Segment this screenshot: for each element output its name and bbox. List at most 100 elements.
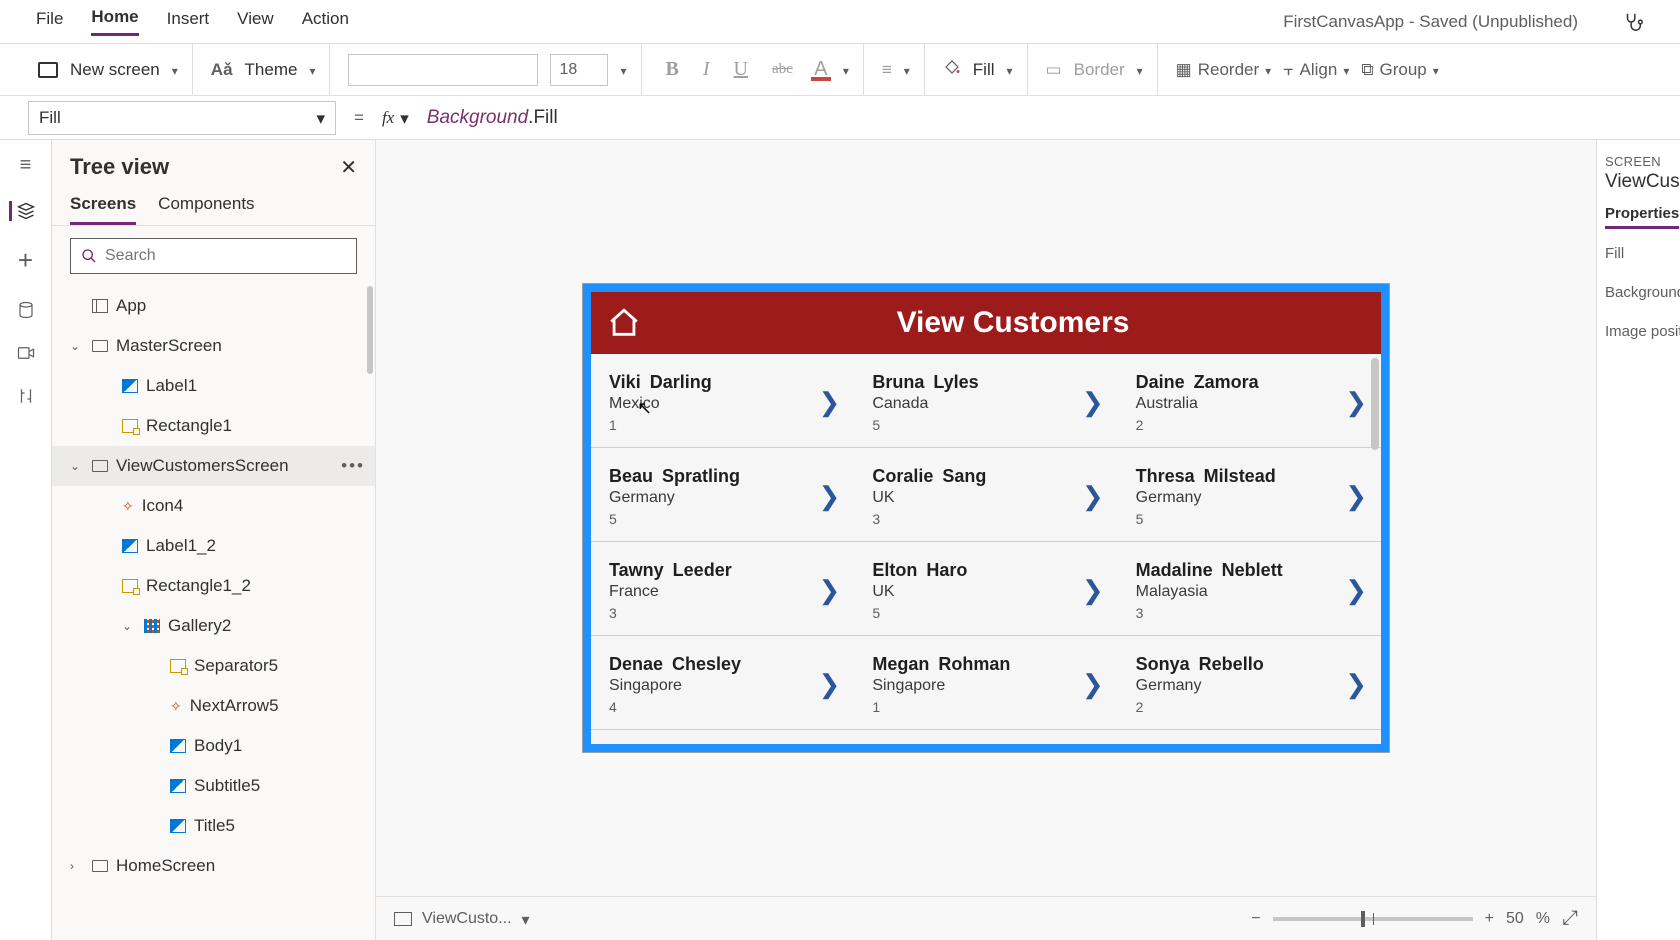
- tree-node-app[interactable]: App: [52, 286, 375, 326]
- fx-icon[interactable]: fx ▾: [382, 108, 409, 128]
- chevron-down-icon[interactable]: ▾: [1007, 64, 1013, 78]
- tree-node-rectangle1[interactable]: Rectangle1: [52, 406, 375, 446]
- next-arrow-icon[interactable]: ❯: [819, 481, 841, 512]
- gallery-item[interactable]: Bruna LylesCanada5❯: [854, 354, 1117, 447]
- font-family-dropdown[interactable]: [348, 54, 538, 86]
- tree-node-body1[interactable]: Body1: [52, 726, 375, 766]
- chevron-down-icon[interactable]: ▾: [1137, 64, 1143, 78]
- font-size-input[interactable]: [550, 54, 608, 86]
- next-arrow-icon[interactable]: ❯: [819, 669, 841, 700]
- strikethrough-button[interactable]: abc: [766, 61, 799, 78]
- menu-home[interactable]: Home: [91, 7, 138, 36]
- gallery-item[interactable]: Megan RohmanSingapore1❯: [854, 636, 1117, 729]
- tree-node-gallery2[interactable]: ⌄ Gallery2: [52, 606, 375, 646]
- gallery-item[interactable]: Tawny LeederFrance3❯: [591, 542, 854, 635]
- next-arrow-icon[interactable]: ❯: [1082, 481, 1104, 512]
- prop-background[interactable]: Background: [1605, 284, 1672, 301]
- tree-node-homescreen[interactable]: › HomeScreen: [52, 846, 375, 886]
- chevron-down-icon[interactable]: ▾: [620, 64, 626, 78]
- expand-icon[interactable]: ›: [70, 859, 84, 873]
- app-checker-icon[interactable]: [1622, 11, 1644, 33]
- tree-node-label1[interactable]: Label1: [52, 366, 375, 406]
- prop-image-position[interactable]: Image posit: [1605, 323, 1672, 340]
- gallery-item[interactable]: Sonya RebelloGermany2❯: [1118, 636, 1381, 729]
- breadcrumb[interactable]: ViewCusto...: [422, 910, 512, 928]
- zoom-out-button[interactable]: −: [1251, 910, 1260, 928]
- collapse-icon[interactable]: ⌄: [70, 459, 84, 473]
- gallery-item[interactable]: Elton HaroUK5❯: [854, 542, 1117, 635]
- border-button[interactable]: Border: [1074, 60, 1125, 80]
- home-icon[interactable]: [607, 306, 641, 340]
- next-arrow-icon[interactable]: ❯: [1345, 669, 1367, 700]
- tree-node-icon4[interactable]: ✧ Icon4: [52, 486, 375, 526]
- next-arrow-icon[interactable]: ❯: [1345, 387, 1367, 418]
- more-icon[interactable]: •••: [341, 456, 365, 476]
- tree-view-icon[interactable]: [9, 201, 36, 221]
- media-icon[interactable]: [16, 344, 36, 362]
- gallery-item[interactable]: Viki DarlingMexico1❯↖: [591, 354, 854, 447]
- next-arrow-icon[interactable]: ❯: [819, 387, 841, 418]
- screen-frame[interactable]: View Customers Viki DarlingMexico1❯↖Brun…: [583, 284, 1389, 752]
- group-button[interactable]: ⧉ Group▾: [1361, 60, 1438, 80]
- chevron-down-icon[interactable]: ▾: [843, 64, 849, 78]
- text-align-icon[interactable]: ≡: [882, 60, 892, 80]
- close-icon[interactable]: ✕: [340, 155, 357, 180]
- gallery-item[interactable]: Daine ZamoraAustralia2❯: [1118, 354, 1381, 447]
- scrollbar-thumb[interactable]: [367, 286, 373, 374]
- search-input[interactable]: [105, 247, 346, 265]
- underline-button[interactable]: U: [728, 58, 754, 81]
- tab-properties[interactable]: Properties: [1605, 205, 1679, 229]
- tree-node-title5[interactable]: Title5: [52, 806, 375, 846]
- chevron-down-icon[interactable]: ▾: [309, 64, 315, 78]
- gallery-item[interactable]: Thresa MilsteadGermany5❯: [1118, 448, 1381, 541]
- zoom-in-button[interactable]: +: [1485, 910, 1494, 928]
- tab-components[interactable]: Components: [158, 186, 254, 225]
- font-color-button[interactable]: A: [811, 58, 831, 81]
- new-screen-button[interactable]: New screen: [70, 60, 160, 80]
- menu-view[interactable]: View: [237, 9, 274, 35]
- collapse-icon[interactable]: ⌄: [122, 619, 136, 633]
- next-arrow-icon[interactable]: ❯: [819, 575, 841, 606]
- next-arrow-icon[interactable]: ❯: [1345, 575, 1367, 606]
- italic-button[interactable]: I: [697, 58, 716, 81]
- zoom-slider[interactable]: [1273, 917, 1473, 921]
- tree-node-label1-2[interactable]: Label1_2: [52, 526, 375, 566]
- menu-file[interactable]: File: [36, 9, 63, 35]
- next-arrow-icon[interactable]: ❯: [1082, 575, 1104, 606]
- tab-screens[interactable]: Screens: [70, 186, 136, 225]
- tree-node-subtitle5[interactable]: Subtitle5: [52, 766, 375, 806]
- tree-node-viewcustomersscreen[interactable]: ⌄ ViewCustomersScreen •••: [52, 446, 375, 486]
- next-arrow-icon[interactable]: ❯: [1082, 669, 1104, 700]
- collapse-icon[interactable]: ⌄: [70, 339, 84, 353]
- tree-node-separator5[interactable]: Separator5: [52, 646, 375, 686]
- formula-input[interactable]: Background.Fill: [427, 106, 558, 129]
- fill-button[interactable]: Fill: [973, 60, 995, 80]
- next-arrow-icon[interactable]: ❯: [1082, 387, 1104, 418]
- gallery-item[interactable]: Beau SpratlingGermany5❯: [591, 448, 854, 541]
- menu-insert[interactable]: Insert: [167, 9, 210, 35]
- gallery-item[interactable]: Denae ChesleySingapore4❯: [591, 636, 854, 729]
- insert-icon[interactable]: +: [18, 245, 33, 276]
- menu-action[interactable]: Action: [302, 9, 349, 35]
- property-dropdown[interactable]: Fill ▾: [28, 101, 336, 135]
- bold-button[interactable]: B: [660, 58, 685, 81]
- next-arrow-icon[interactable]: ❯: [1345, 481, 1367, 512]
- fullscreen-icon[interactable]: ⤢: [1562, 907, 1578, 930]
- data-icon[interactable]: [17, 300, 35, 320]
- hamburger-icon[interactable]: ≡: [20, 154, 32, 177]
- chevron-down-icon[interactable]: ▾: [522, 910, 530, 930]
- advanced-tools-icon[interactable]: [17, 386, 35, 406]
- chevron-down-icon[interactable]: ▾: [904, 64, 910, 78]
- gallery-item[interactable]: Coralie SangUK3❯: [854, 448, 1117, 541]
- align-button[interactable]: ⫟ Align▾: [1283, 60, 1349, 80]
- chevron-down-icon[interactable]: ▾: [172, 64, 178, 78]
- tree-node-rectangle1-2[interactable]: Rectangle1_2: [52, 566, 375, 606]
- customers-gallery[interactable]: Viki DarlingMexico1❯↖Bruna LylesCanada5❯…: [591, 354, 1381, 744]
- theme-button[interactable]: Theme: [245, 60, 298, 80]
- reorder-button[interactable]: ▦ Reorder▾: [1176, 60, 1272, 80]
- tree-node-nextarrow5[interactable]: ✧ NextArrow5: [52, 686, 375, 726]
- tree-search-box[interactable]: [70, 238, 357, 274]
- gallery-item[interactable]: Madaline NeblettMalayasia3❯: [1118, 542, 1381, 635]
- tree-node-masterscreen[interactable]: ⌄ MasterScreen: [52, 326, 375, 366]
- prop-fill[interactable]: Fill: [1605, 245, 1672, 262]
